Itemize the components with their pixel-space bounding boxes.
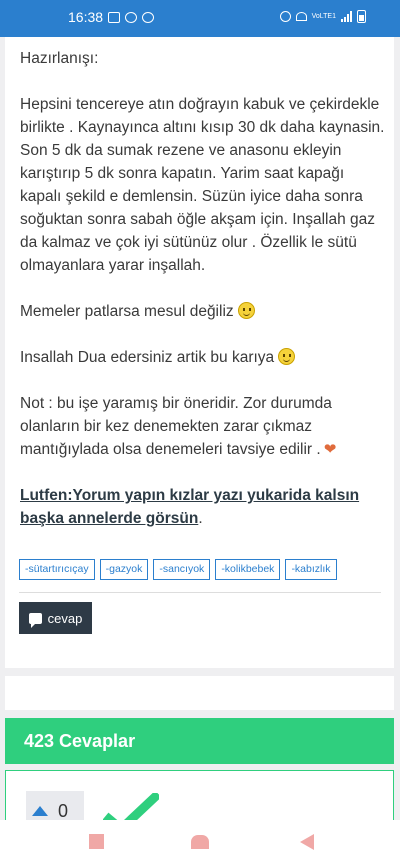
battery-icon [357, 10, 366, 23]
upvote-arrow-icon[interactable] [32, 806, 48, 816]
smiley-icon [237, 302, 255, 319]
tag-item[interactable]: -kabızlık [285, 559, 337, 580]
wifi-icon [295, 12, 307, 21]
navigation-bar [0, 820, 400, 866]
status-time: 16:38 [68, 9, 104, 25]
back-button[interactable] [297, 833, 317, 851]
signal-icon [341, 11, 352, 22]
smiley-icon [278, 348, 296, 365]
volte-label: VoLTE1 [311, 13, 336, 20]
tag-list: -sütartırıcıçay -gazyok -sancıyok -kolik… [19, 559, 337, 580]
tag-item[interactable]: -sancıyok [153, 559, 211, 580]
comment-request-link[interactable]: Lutfen:Yorum yapın kızlar yazı yukarida … [20, 487, 359, 527]
messenger-notification-icon [125, 11, 138, 23]
empty-card [5, 676, 394, 710]
answers-count-title: 423 Cevaplar [24, 731, 136, 751]
reply-button-label: cevap [47, 610, 83, 626]
comment-icon [28, 612, 42, 628]
alarm-icon [279, 11, 291, 22]
prayer-paragraph: Insallah Dua edersiniz artik bu karıya [20, 346, 385, 369]
vote-count: 0 [58, 800, 69, 821]
divider [19, 592, 381, 593]
post-body: Hazırlanışı: Hepsini tencereye atın doğr… [20, 47, 385, 553]
gallery-notification-icon [108, 11, 121, 23]
tag-item[interactable]: -sütartırıcıçay [19, 559, 95, 580]
status-right: VoLTE1 [279, 10, 366, 23]
heart-icon: ❤ [323, 441, 337, 458]
recent-apps-icon [88, 834, 104, 849]
answers-header: 423 Cevaplar [5, 718, 394, 764]
recipe-heading: Hazırlanışı: [20, 50, 99, 67]
back-icon [300, 834, 314, 850]
tag-item[interactable]: -kolikbebek [215, 559, 281, 580]
recipe-paragraph: Hepsini tencereye atın doğrayın kabuk ve… [20, 96, 385, 274]
reply-button[interactable]: cevap [19, 602, 92, 634]
note-paragraph: Not : bu işe yaramış bir öneridir. Zor d… [20, 392, 385, 461]
comment-request: Lutfen:Yorum yapın kızlar yazı yukarida … [20, 487, 360, 527]
recent-apps-button[interactable] [86, 833, 106, 851]
tag-item[interactable]: -gazyok [99, 559, 149, 580]
status-left: 16:38 [68, 9, 155, 25]
wifi-notification-icon [142, 11, 155, 23]
home-icon [191, 835, 209, 849]
home-button[interactable] [190, 833, 210, 851]
status-bar: 16:38 VoLTE1 [0, 0, 400, 37]
warning-paragraph: Memeler patlarsa mesul değiliz [20, 300, 385, 323]
post-card: Hazırlanışı: Hepsini tencereye atın doğr… [5, 37, 394, 668]
